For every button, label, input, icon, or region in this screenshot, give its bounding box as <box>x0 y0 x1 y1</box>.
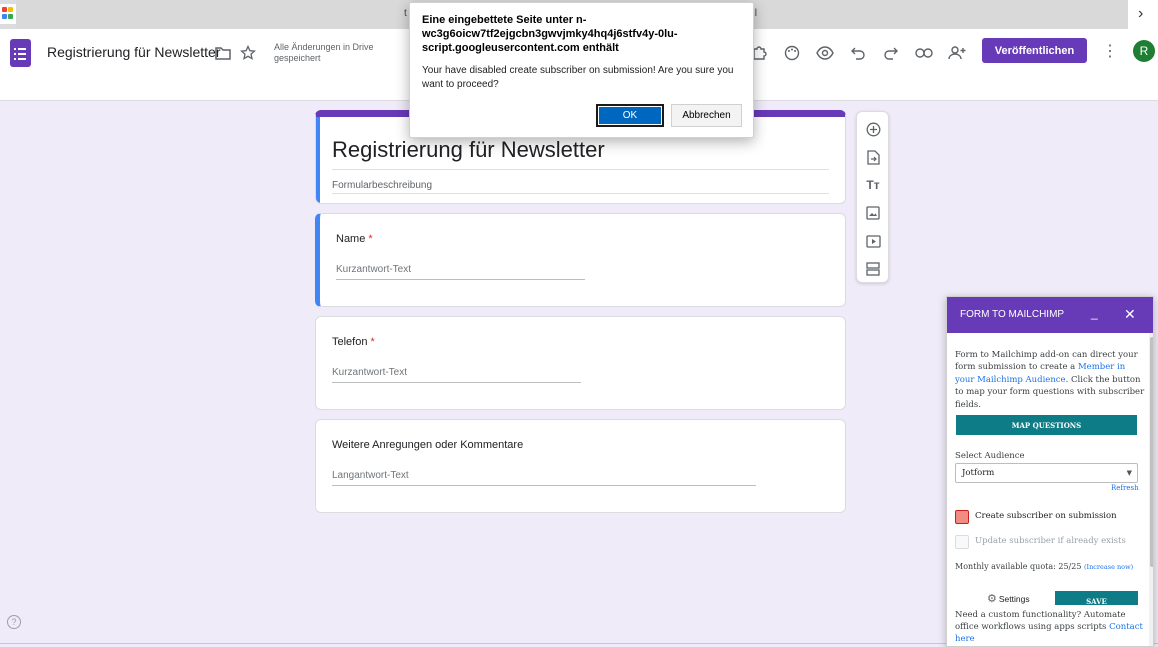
chevron-down-icon: ▼ <box>1126 469 1132 477</box>
add-collaborator-icon[interactable] <box>945 41 969 65</box>
footer-text: Need a custom functionality? Automate of… <box>955 610 1143 644</box>
dialog-message: Your have disabled create subscriber on … <box>422 65 734 90</box>
update-subscriber-label: Update subscriber if already exists <box>975 536 1126 546</box>
answer-hint: Kurzantwort-Text <box>332 367 408 378</box>
minimize-icon[interactable]: _ <box>1091 307 1103 320</box>
question-label: Telefon * <box>332 336 375 348</box>
save-button[interactable]: SAVE <box>1055 591 1138 606</box>
answer-hint: Langantwort-Text <box>332 470 409 481</box>
question-card-telefon[interactable]: Telefon * Kurzantwort-Text <box>315 316 846 410</box>
import-questions-icon[interactable] <box>865 149 881 165</box>
gear-icon: ⚙ <box>987 593 997 605</box>
map-questions-button[interactable]: MAP QUESTIONS <box>956 415 1137 435</box>
star-icon[interactable] <box>236 41 260 65</box>
add-title-icon[interactable]: Tт <box>865 177 881 193</box>
help-icon[interactable]: ? <box>7 615 21 629</box>
create-subscriber-checkbox[interactable] <box>955 510 969 524</box>
quota-text: Monthly available quota: 25/25 (Increase… <box>955 562 1134 571</box>
description-underline <box>332 193 829 194</box>
app-logo-icon <box>0 4 16 24</box>
google-forms-logo-icon[interactable] <box>10 39 31 67</box>
document-title[interactable]: Registrierung für Newsletter <box>47 44 221 60</box>
panel-scrollbar[interactable] <box>1149 333 1153 646</box>
cancel-button[interactable]: Abbrechen <box>671 104 742 127</box>
question-card-kommentare[interactable]: Weitere Anregungen oder Kommentare Langa… <box>315 419 846 513</box>
dialog-title: Eine eingebettete Seite unter n-wc3g6oic… <box>422 14 678 54</box>
increase-quota-link[interactable]: (Increase now) <box>1084 563 1133 571</box>
question-label: Name * <box>336 233 373 245</box>
answer-underline <box>332 382 581 383</box>
confirm-dialog: Eine eingebettete Seite unter n-wc3g6oic… <box>409 2 754 138</box>
publish-button[interactable]: Veröffentlichen <box>982 38 1087 63</box>
save-status: Alle Änderungen in Drive gespeichert <box>274 42 374 63</box>
question-card-name[interactable]: Name * Kurzantwort-Text <box>315 213 846 307</box>
preview-eye-icon[interactable] <box>813 41 837 65</box>
create-subscriber-label: Create subscriber on submission <box>975 511 1117 521</box>
panel-title: FORM TO MAILCHIMP <box>960 309 1065 320</box>
avatar[interactable]: R <box>1133 40 1155 62</box>
question-label: Weitere Anregungen oder Kommentare <box>332 439 524 451</box>
mailchimp-addon-panel: FORM TO MAILCHIMP _ ✕ Form to Mailchimp … <box>946 296 1154 647</box>
ok-button[interactable]: OK <box>596 104 664 127</box>
form-description-field[interactable]: Formularbeschreibung <box>332 180 432 191</box>
refresh-link[interactable]: Refresh <box>1111 484 1139 492</box>
answer-hint: Kurzantwort-Text <box>336 264 412 275</box>
undo-icon[interactable] <box>846 41 870 65</box>
more-vert-icon[interactable]: ⋮ <box>1102 41 1118 61</box>
tab-scroll-button[interactable]: › <box>1128 0 1158 29</box>
answer-underline <box>332 485 756 486</box>
close-icon[interactable]: ✕ <box>1124 306 1138 322</box>
link-icon[interactable] <box>912 41 936 65</box>
required-mark: * <box>370 336 375 348</box>
palette-icon[interactable] <box>780 41 804 65</box>
update-subscriber-checkbox[interactable] <box>955 535 969 549</box>
chevron-right-icon: › <box>1138 5 1144 22</box>
add-image-icon[interactable] <box>865 205 881 221</box>
settings-button[interactable]: ⚙ Settings <box>987 592 1030 605</box>
panel-header: FORM TO MAILCHIMP _ ✕ <box>947 297 1153 333</box>
intro-text: Form to Mailchimp add-on can direct your… <box>955 350 1145 410</box>
audience-label: Select Audience <box>955 451 1025 461</box>
add-question-icon[interactable] <box>865 121 881 137</box>
redo-icon[interactable] <box>879 41 903 65</box>
title-underline <box>332 169 829 170</box>
tab-text-fragment: t <box>404 8 407 19</box>
answer-underline <box>336 279 585 280</box>
required-mark: * <box>368 233 373 245</box>
form-title[interactable]: Registrierung für Newsletter <box>332 137 605 163</box>
question-toolbar: Tт <box>856 111 889 283</box>
add-section-icon[interactable] <box>865 261 881 277</box>
audience-select[interactable]: Jotform ▼ <box>955 463 1138 483</box>
folder-icon[interactable] <box>211 41 235 65</box>
add-video-icon[interactable] <box>865 233 881 249</box>
